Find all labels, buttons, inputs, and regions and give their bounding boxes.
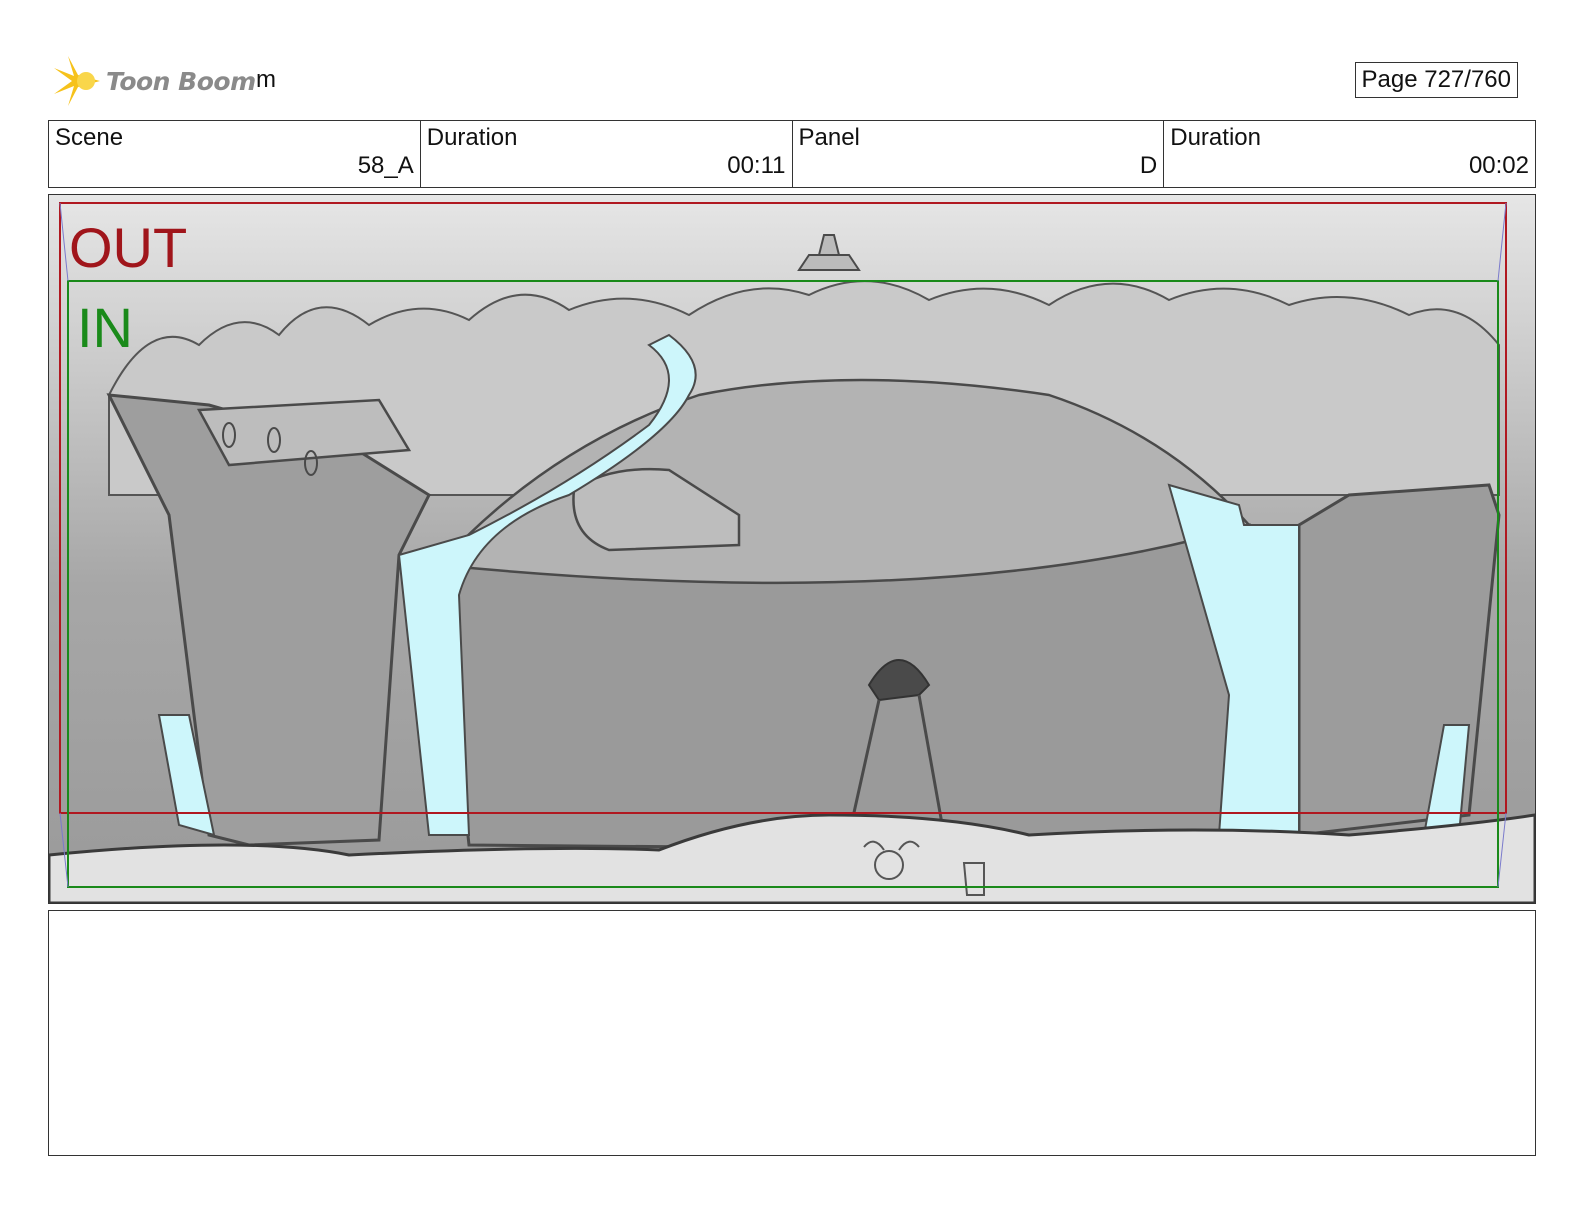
right-cliff	[1297, 483, 1501, 837]
scene-label: Scene	[55, 124, 124, 151]
in-label: IN	[77, 296, 133, 359]
scene-cell: Scene 58_A	[49, 121, 421, 187]
logo-wordmark: Toon Boom	[106, 66, 256, 96]
scene-duration-label: Duration	[426, 124, 518, 151]
scene-value: 58_A	[357, 152, 414, 179]
panel-value: D	[1139, 152, 1158, 179]
storyboard-panel: OUT IN	[48, 194, 1536, 904]
panel-duration-label: Duration	[1170, 124, 1261, 151]
storyboard-sketch: OUT IN	[49, 195, 1535, 903]
panel-cell: Panel D	[793, 121, 1165, 187]
panel-duration-cell: Duration 00:02	[1164, 121, 1535, 187]
scene-duration-cell: Duration 00:11	[421, 121, 793, 187]
scene-duration-value: 00:11	[727, 152, 786, 179]
project-name: m	[256, 66, 276, 93]
notes-panel	[48, 910, 1536, 1156]
scene-info-bar: Scene 58_A Duration 00:11 Panel D Durati…	[48, 120, 1536, 188]
out-label: OUT	[69, 216, 187, 279]
page-number: Page 727/760	[1354, 62, 1518, 98]
starburst-icon	[54, 56, 100, 106]
panel-duration-value: 00:02	[1468, 152, 1529, 179]
panel-label: Panel	[798, 124, 860, 151]
toon-boom-logo: Toon Boom	[50, 54, 256, 108]
